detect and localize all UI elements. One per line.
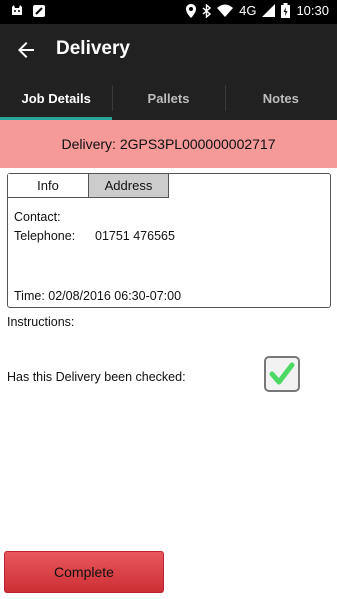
complete-button[interactable]: Complete — [4, 551, 164, 593]
subtab-info[interactable]: Info — [8, 174, 89, 198]
tab-pallets[interactable]: Pallets — [112, 76, 224, 120]
checkmark-icon — [269, 362, 295, 385]
battery-charging-icon — [281, 3, 291, 18]
app-bar: Delivery — [0, 24, 337, 76]
delivery-banner: Delivery: 2GPS3PL000000002717 — [0, 120, 337, 168]
page-title: Delivery — [56, 38, 130, 59]
checked-question-label: Has this Delivery been checked: — [7, 370, 186, 384]
time-window: Time: 02/08/2016 06:30-07:00 — [14, 289, 182, 303]
contact-label: Contact: — [14, 210, 61, 224]
info-card: Info Address Contact: Telephone: 01751 4… — [7, 173, 331, 308]
wifi-icon — [217, 4, 234, 17]
back-button[interactable] — [14, 38, 38, 62]
clock: 10:30 — [296, 3, 329, 18]
telephone-label: Telephone: — [14, 229, 76, 243]
instructions-label: Instructions: — [7, 315, 75, 329]
tab-job-details[interactable]: Job Details — [0, 76, 113, 120]
subtab-address[interactable]: Address — [88, 174, 169, 198]
cat-notification-icon — [10, 4, 24, 18]
card-subtabs: Info Address — [8, 174, 169, 198]
signal-icon — [262, 4, 276, 17]
network-type-label: 4G — [239, 3, 257, 18]
telephone-row: Telephone: 01751 476565 — [14, 229, 175, 243]
notification-icons — [10, 4, 46, 18]
status-bar: 4G 10:30 — [0, 0, 337, 24]
delivery-checked-checkbox[interactable] — [264, 356, 300, 392]
arrow-left-icon — [18, 42, 34, 58]
tab-bar: Job Details Pallets Notes — [0, 76, 337, 120]
location-icon — [186, 3, 197, 18]
system-icons: 4G 10:30 — [186, 3, 329, 18]
map-notification-icon — [32, 4, 46, 18]
bluetooth-icon — [202, 3, 212, 18]
tab-notes[interactable]: Notes — [224, 76, 337, 120]
telephone-value: 01751 476565 — [95, 229, 175, 243]
